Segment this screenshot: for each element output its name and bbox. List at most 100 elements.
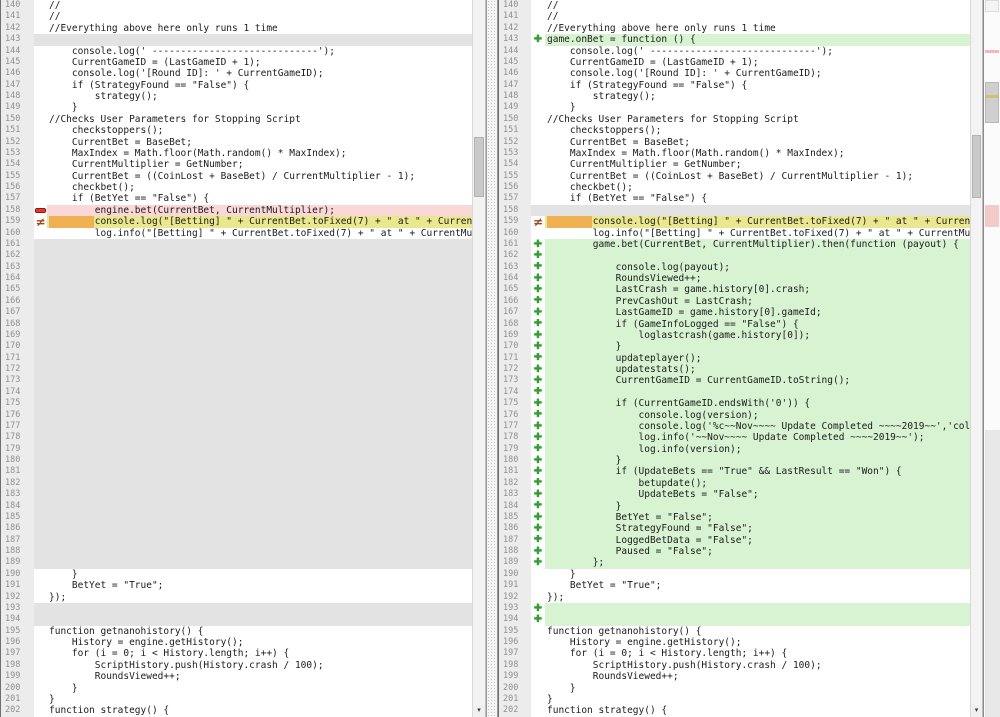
code-text[interactable]: RoundsViewed++; [545,671,970,682]
code-text[interactable]: BetYet = "True"; [545,580,970,591]
right-scrollbar-thumb[interactable] [972,135,981,198]
code-text[interactable]: ScriptHistory.push(History.crash / 100); [47,660,472,671]
code-text[interactable]: log.info('~~Nov~~~~ Update Completed ~~~… [545,432,970,443]
code-text[interactable]: checkstoppers(); [545,125,970,136]
code-text[interactable]: CurrentGameID = (LastGameID + 1); [47,57,472,68]
code-text[interactable]: PrevCashOut = LastCrash; [545,296,970,307]
code-text[interactable] [47,512,472,523]
code-text[interactable]: log.info("[Betting] " + CurrentBet.toFix… [47,228,472,239]
code-text[interactable]: updateplayer(); [545,353,970,364]
code-text[interactable]: console.log(' --------------------------… [47,46,472,57]
code-text[interactable]: } [47,694,472,705]
code-text[interactable]: betupdate(); [545,478,970,489]
code-text[interactable]: } [545,102,970,113]
code-text[interactable] [47,398,472,409]
code-text[interactable] [47,296,472,307]
code-text[interactable] [545,205,970,216]
code-text[interactable] [47,330,472,341]
code-text[interactable]: CurrentBet = ((CoinLost + BaseBet) / Cur… [545,171,970,182]
code-text[interactable] [47,614,472,625]
code-text[interactable]: function strategy() { [47,705,472,716]
code-text[interactable]: if (BetYet == "False") { [47,193,472,204]
code-text[interactable]: function getnanohistory() { [47,626,472,637]
code-text[interactable]: console.log(' --------------------------… [545,46,970,57]
pane-splitter[interactable] [486,0,498,717]
left-scroll-down-icon[interactable]: ▾ [473,705,485,716]
code-text[interactable]: BetYet = "False"; [545,512,970,523]
locator-removed-marker[interactable] [985,50,999,53]
code-text[interactable]: //Everything above here only runs 1 time [47,23,472,34]
code-text[interactable]: MaxIndex = Math.floor(Math.random() * Ma… [47,148,472,159]
right-scroll-down-icon[interactable]: ▾ [971,705,982,716]
code-text[interactable]: StrategyFound = "False"; [545,523,970,534]
code-text[interactable]: BetYet = "True"; [47,580,472,591]
code-text[interactable] [47,273,472,284]
code-text[interactable]: log.info("[Betting] " + CurrentBet.toFix… [545,228,970,239]
code-text[interactable]: console.log(version); [545,410,970,421]
code-text[interactable] [47,455,472,466]
code-text[interactable] [47,478,472,489]
code-text[interactable]: if (UpdateBets == "True" && LastResult =… [545,466,970,477]
code-text[interactable] [47,489,472,500]
code-text[interactable]: } [545,455,970,466]
code-text[interactable]: if (StrategyFound == "False") { [545,80,970,91]
code-text[interactable]: // [47,0,472,11]
code-text[interactable] [47,603,472,614]
code-text[interactable] [47,421,472,432]
code-text[interactable]: }; [545,557,970,568]
code-text[interactable] [47,319,472,330]
code-text[interactable] [47,444,472,455]
code-text[interactable]: CurrentGameID = CurrentGameID.toString()… [545,375,970,386]
code-text[interactable]: CurrentBet = BaseBet; [545,137,970,148]
code-text[interactable]: } [545,683,970,694]
code-text[interactable] [47,239,472,250]
code-text[interactable] [47,307,472,318]
locator-viewport-box[interactable] [985,82,999,123]
code-text[interactable]: } [545,694,970,705]
code-text[interactable] [47,546,472,557]
code-text[interactable] [47,375,472,386]
code-text[interactable]: LoggedBetData = "False"; [545,535,970,546]
left-scrollbar-thumb[interactable] [474,137,484,197]
code-text[interactable]: CurrentGameID = (LastGameID + 1); [545,57,970,68]
code-text[interactable]: for (i = 0; i < History.length; i++) { [47,648,472,659]
code-text[interactable]: function strategy() { [545,705,970,716]
code-text[interactable]: if (BetYet == "False") { [545,193,970,204]
code-text[interactable]: if (StrategyFound == "False") { [47,80,472,91]
code-text[interactable]: console.log('[Round ID]: ' + CurrentGame… [545,68,970,79]
code-text[interactable] [545,614,970,625]
code-text[interactable]: CurrentMultiplier = GetNumber; [47,159,472,170]
code-text[interactable] [47,410,472,421]
code-text[interactable] [47,341,472,352]
code-text[interactable]: strategy(); [47,91,472,102]
code-text[interactable] [47,523,472,534]
code-text[interactable]: UpdateBets = "False"; [545,489,970,500]
code-text[interactable]: } [47,569,472,580]
code-text[interactable]: } [545,341,970,352]
code-text[interactable]: RoundsViewed++; [545,273,970,284]
code-text[interactable]: //Everything above here only runs 1 time [545,23,970,34]
right-scrollbar[interactable]: ▾ [970,0,983,717]
code-text[interactable]: checkstoppers(); [47,125,472,136]
code-text[interactable] [47,353,472,364]
code-text[interactable]: } [545,501,970,512]
code-text[interactable]: console.log('[Round ID]: ' + CurrentGame… [47,68,472,79]
code-text[interactable] [47,34,472,45]
code-text[interactable] [47,501,472,512]
code-text[interactable]: for (i = 0; i < History.length; i++) { [545,648,970,659]
code-text[interactable]: engine.bet(CurrentBet, CurrentMultiplier… [47,205,472,216]
code-text[interactable]: log.info(version); [545,444,970,455]
code-text[interactable]: }); [545,592,970,603]
code-text[interactable] [545,250,970,261]
code-text[interactable]: LastGameID = game.history[0].gameId; [545,307,970,318]
code-text[interactable]: RoundsViewed++; [47,671,472,682]
code-text[interactable]: Paused = "False"; [545,546,970,557]
code-text[interactable]: updatestats(); [545,364,970,375]
locator-top-button[interactable] [985,0,999,12]
code-text[interactable] [47,364,472,375]
code-text[interactable]: //Checks User Parameters for Stopping Sc… [545,114,970,125]
code-text[interactable]: console.log(payout); [545,262,970,273]
code-text[interactable] [47,250,472,261]
code-text[interactable] [47,557,472,568]
code-text[interactable] [47,387,472,398]
